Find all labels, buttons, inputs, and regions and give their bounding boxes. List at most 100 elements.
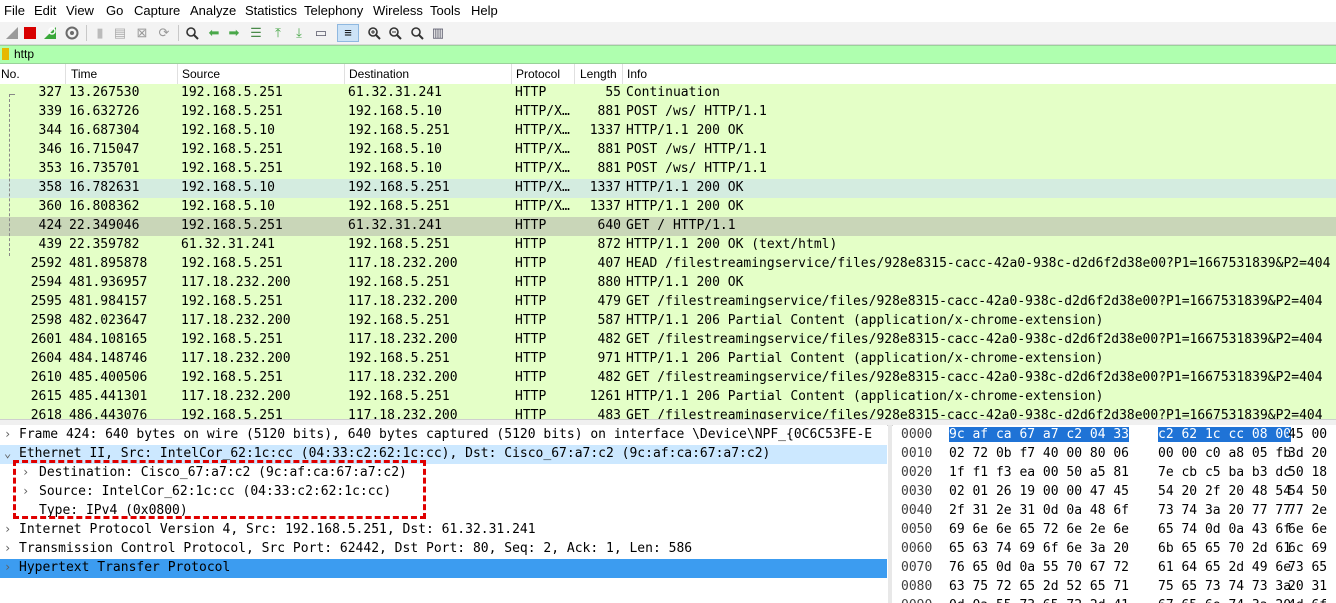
menu-statistics[interactable]: Statistics — [245, 3, 297, 18]
detail-row[interactable]: › Hypertext Transfer Protocol — [0, 559, 887, 578]
chevron-right-icon[interactable]: › — [4, 427, 14, 441]
cell-no: 2594 — [30, 275, 62, 290]
menu-bar: File Edit View Go Capture Analyze Statis… — [0, 0, 1336, 22]
reload-icon[interactable]: ⟳ — [156, 25, 172, 41]
table-row[interactable]: 2601 484.108165 192.168.5.251 117.18.232.20… — [0, 331, 1336, 350]
stop-icon[interactable] — [22, 25, 38, 41]
menu-tools[interactable]: Tools — [430, 3, 460, 18]
menu-telephony[interactable]: Telephony — [304, 3, 363, 18]
chevron-right-icon[interactable]: › — [4, 560, 14, 574]
cell-len: 587 — [597, 313, 621, 328]
column-length[interactable]: Length — [580, 67, 617, 81]
menu-capture[interactable]: Capture — [134, 3, 180, 18]
column-destination[interactable]: Destination — [349, 67, 409, 81]
restart-icon[interactable] — [42, 25, 58, 41]
hex-row[interactable]: 0040 2f 31 2e 31 0d 0a 48 6f 73 74 3a 20 7… — [893, 502, 1336, 521]
menu-go[interactable]: Go — [106, 3, 123, 18]
table-row[interactable]: 2618 486.443076 192.168.5.251 117.18.232.20… — [0, 407, 1336, 419]
table-row[interactable]: 339 16.632726 192.168.5.251 192.168.5.10 HTT… — [0, 103, 1336, 122]
table-row[interactable]: 2604 484.148746 117.18.232.200 192.168.5.25… — [0, 350, 1336, 369]
file-icon[interactable]: ▤ — [112, 25, 128, 41]
table-row[interactable]: 2592 481.895878 192.168.5.251 117.18.232.20… — [0, 255, 1336, 274]
cell-time: 16.715047 — [69, 142, 140, 157]
cell-src: 61.32.31.241 — [181, 237, 275, 252]
chevron-right-icon[interactable]: › — [4, 522, 14, 536]
hex-bytes: 7e cb c5 ba b3 dc — [1158, 465, 1292, 480]
cell-no: 2610 — [30, 370, 62, 385]
table-row[interactable]: 2615 485.441301 117.18.232.200 192.168.5.25… — [0, 388, 1336, 407]
cell-proto: HTTP/X… — [515, 180, 570, 195]
cell-len: 971 — [597, 351, 621, 366]
table-row[interactable]: 358 16.782631 192.168.5.10 192.168.5.251 HTT… — [0, 179, 1336, 198]
table-row[interactable]: 327 13.267530 192.168.5.251 61.32.31.241 HTT… — [0, 84, 1336, 103]
hex-row[interactable]: 0020 1f f1 f3 ea 00 50 a5 81 7e cb c5 ba b… — [893, 464, 1336, 483]
column-protocol[interactable]: Protocol — [516, 67, 560, 81]
menu-analyze[interactable]: Analyze — [190, 3, 236, 18]
resize-columns-icon[interactable]: ▥ — [430, 25, 446, 41]
cell-dst: 61.32.31.241 — [348, 218, 442, 233]
open-icon[interactable]: ▮ — [92, 25, 108, 41]
hex-row[interactable]: 0080 63 75 72 65 2d 52 65 71 75 65 73 74 7… — [893, 578, 1336, 597]
last-icon[interactable]: ⤓ — [291, 25, 307, 41]
cell-time: 485.441301 — [69, 389, 148, 404]
table-row[interactable]: 346 16.715047 192.168.5.251 192.168.5.10 HTT… — [0, 141, 1336, 160]
menu-help[interactable]: Help — [471, 3, 498, 18]
menu-view[interactable]: View — [66, 3, 94, 18]
table-row[interactable]: 344 16.687304 192.168.5.10 192.168.5.251 HTT… — [0, 122, 1336, 141]
table-row[interactable]: 353 16.735701 192.168.5.251 192.168.5.10 HTT… — [0, 160, 1336, 179]
hex-row[interactable]: 0070 76 65 0d 0a 55 70 67 72 61 64 65 2d 4… — [893, 559, 1336, 578]
menu-edit[interactable]: Edit — [34, 3, 56, 18]
hex-bytes: 77 2e — [1288, 503, 1328, 518]
chevron-down-icon[interactable]: ⌄ — [4, 446, 14, 460]
cell-info: HTTP/1.1 206 Partial Content (applicatio… — [626, 313, 1104, 328]
cell-len: 482 — [597, 332, 621, 347]
options-icon[interactable] — [64, 25, 80, 41]
column-info[interactable]: Info — [627, 67, 647, 81]
detail-row[interactable]: › Internet Protocol Version 4, Src: 192.1… — [0, 521, 887, 540]
cell-proto: HTTP/X… — [515, 161, 570, 176]
table-row[interactable]: 2610 485.400506 192.168.5.251 117.18.232.20… — [0, 369, 1336, 388]
display-filter-input[interactable] — [14, 46, 1314, 61]
goto-icon[interactable]: ☰ — [248, 25, 264, 41]
cell-info: HTTP/1.1 200 OK — [626, 123, 744, 138]
column-source[interactable]: Source — [182, 67, 220, 81]
table-row[interactable]: 360 16.808362 192.168.5.10 192.168.5.251 HTT… — [0, 198, 1336, 217]
back-icon[interactable]: ⬅ — [206, 25, 222, 41]
cell-proto: HTTP/X… — [515, 104, 570, 119]
cell-proto: HTTP — [515, 237, 547, 252]
autoscroll-icon[interactable]: ▭ — [313, 25, 329, 41]
cell-len: 872 — [597, 237, 621, 252]
table-row[interactable]: 2594 481.936957 117.18.232.200 192.168.5.25… — [0, 274, 1336, 293]
find-icon[interactable] — [184, 25, 200, 41]
hex-bytes: 1f f1 f3 ea 00 50 a5 81 — [949, 465, 1130, 480]
hex-row[interactable]: 0090 0d 0a 55 73 65 72 2d 41 67 65 6e 74 3… — [893, 597, 1336, 603]
hex-row[interactable]: 0050 69 6e 6e 65 72 6e 2e 6e 65 74 0d 0a 4… — [893, 521, 1336, 540]
detail-row[interactable]: › Transmission Control Protocol, Src Port… — [0, 540, 887, 559]
chevron-right-icon[interactable]: › — [4, 541, 14, 555]
hex-row[interactable]: 0030 02 01 26 19 00 00 47 45 54 20 2f 20 4… — [893, 483, 1336, 502]
menu-wireless[interactable]: Wireless — [373, 3, 423, 18]
zoom-in-icon[interactable] — [366, 25, 382, 41]
table-row[interactable]: 439 22.359782 61.32.31.241 192.168.5.251 HTT… — [0, 236, 1336, 255]
menu-file[interactable]: File — [4, 3, 25, 18]
pane-splitter-vertical[interactable] — [888, 425, 892, 603]
hex-row[interactable]: 0000 9c af ca 67 a7 c2 04 33 c2 62 1c cc 0… — [893, 426, 1336, 445]
zoom-out-icon[interactable] — [387, 25, 403, 41]
column-time[interactable]: Time — [71, 67, 97, 81]
colorize-icon[interactable]: ≡ — [337, 24, 359, 42]
table-row[interactable]: 2595 481.984157 192.168.5.251 117.18.232.20… — [0, 293, 1336, 312]
hex-row[interactable]: 0010 02 72 0b f7 40 00 80 06 00 00 c0 a8 0… — [893, 445, 1336, 464]
table-row[interactable]: 2598 482.023647 117.18.232.200 192.168.5.25… — [0, 312, 1336, 331]
close-file-icon[interactable]: ⊠ — [134, 25, 150, 41]
normal-size-icon[interactable] — [409, 25, 425, 41]
forward-icon[interactable]: ➡ — [226, 25, 242, 41]
column-no[interactable]: No. — [1, 67, 20, 81]
cell-time: 481.895878 — [69, 256, 148, 271]
hex-row[interactable]: 0060 65 63 74 69 6f 6e 3a 20 6b 65 65 70 2… — [893, 540, 1336, 559]
detail-row[interactable]: › Frame 424: 640 bytes on wire (5120 bits… — [0, 426, 887, 445]
detail-text: Transmission Control Protocol, Src Port:… — [19, 541, 693, 556]
first-icon[interactable]: ⤒ — [270, 25, 286, 41]
table-row[interactable]: 424 22.349046 192.168.5.251 61.32.31.241 HTT… — [0, 217, 1336, 236]
shark-fin-icon[interactable] — [4, 25, 20, 41]
bookmark-icon[interactable] — [2, 48, 9, 60]
